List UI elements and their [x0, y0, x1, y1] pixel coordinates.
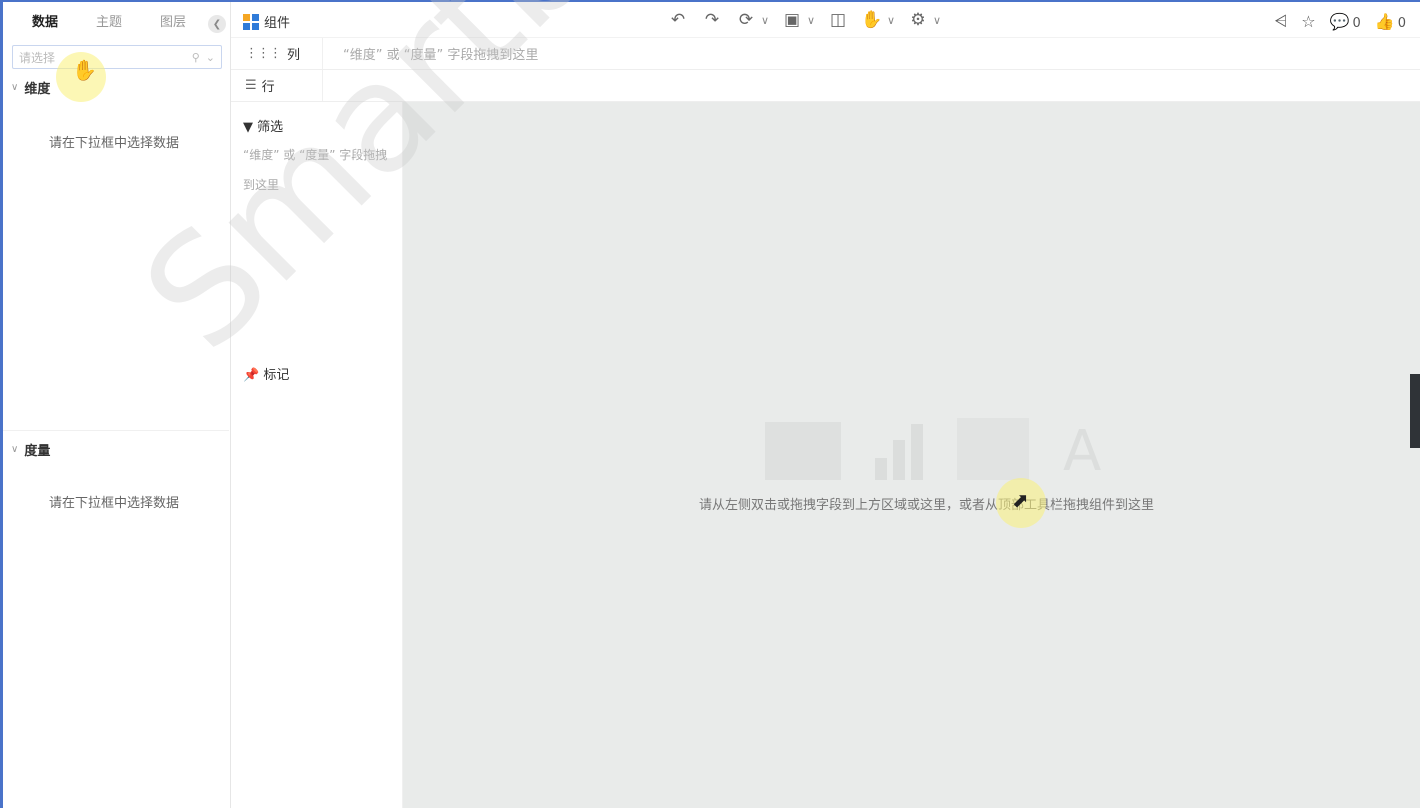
columns-drop-hint: “维度” 或 “度量” 字段拖拽到这里	[343, 48, 539, 63]
filter-header[interactable]: ▼ 筛选	[243, 116, 283, 135]
chevron-down-icon: ∨	[11, 444, 19, 455]
chevron-left-icon[interactable]: ❮	[208, 15, 226, 33]
dimension-section-header[interactable]: ∨ 维度	[11, 78, 50, 97]
panel-tabs: 数据 主题 图层 ❮	[3, 2, 230, 38]
undo-icon[interactable]: ↶	[663, 10, 693, 30]
filter-drop-hint[interactable]: “维度” 或 “度量” 字段拖拽到这里	[243, 140, 393, 200]
toolbar-actions: ↶ ↷ ⟳ ∨ ▣ ∨ ◫ ✋ ∨ ⚙ ∨	[663, 10, 945, 30]
redo-icon[interactable]: ↷	[697, 10, 727, 30]
hand-cursor-icon: ✋	[72, 58, 97, 82]
filter-label: 筛选	[257, 120, 284, 135]
component-label: 组件	[264, 16, 291, 31]
arrow-cursor-icon: ⬈	[1012, 488, 1029, 512]
marks-label: 标记	[263, 368, 290, 383]
comment-button[interactable]: 💬 0	[1330, 12, 1361, 31]
filter-marks-panel: ▼ 筛选 “维度” 或 “度量” 字段拖拽到这里 📌 标记	[231, 102, 403, 808]
columns-shelf-label: ⋮⋮⋮ 列	[231, 38, 323, 69]
chevron-down-icon[interactable]: ∨	[757, 14, 773, 27]
search-icon: ⚲	[191, 50, 200, 64]
chevron-down-icon[interactable]: ∨	[883, 14, 899, 27]
dimension-title: 维度	[24, 82, 51, 97]
component-button[interactable]: 组件	[243, 12, 290, 31]
measure-section-header[interactable]: ∨ 度量	[11, 440, 50, 459]
columns-label: 列	[287, 48, 301, 63]
right-side-tab[interactable]	[1410, 374, 1420, 448]
dataset-select-placeholder: 请选择	[19, 50, 56, 65]
comment-icon: 💬	[1329, 11, 1350, 31]
toolbar-social: ⩤ ☆ 💬 0 👍 0	[1274, 11, 1406, 31]
image-illustration-icon	[957, 418, 1029, 480]
preview-icon[interactable]: ◫	[823, 10, 853, 30]
chevron-down-icon: ⌄	[205, 50, 215, 64]
table-illustration-icon	[765, 422, 841, 480]
chevron-down-icon[interactable]: ∨	[803, 14, 819, 27]
rows-label: 行	[261, 80, 275, 95]
chevron-down-icon: ∨	[11, 82, 19, 93]
canvas-empty-tip: 请从左侧双击或拖拽字段到上方区域或这里，或者从顶部工具栏拖拽组件到这里	[699, 498, 1155, 513]
chevron-down-icon[interactable]: ∨	[929, 14, 945, 27]
filter-icon: ▼	[243, 120, 253, 135]
like-button[interactable]: 👍 0	[1375, 12, 1406, 31]
component-grid-icon	[243, 13, 259, 30]
star-icon[interactable]: ☆	[1301, 12, 1315, 31]
measure-empty-tip: 请在下拉框中选择数据	[49, 496, 180, 511]
empty-illustration: A	[765, 418, 1101, 480]
pin-icon: 📌	[243, 368, 260, 383]
share-icon[interactable]: ⩤	[1274, 11, 1287, 31]
columns-icon: ⋮⋮⋮	[245, 46, 282, 61]
tab-layer[interactable]: 图层	[141, 11, 205, 30]
thumbs-up-icon: 👍	[1374, 11, 1395, 31]
tab-data[interactable]: 数据	[13, 11, 77, 30]
measure-title: 度量	[24, 444, 51, 459]
rows-shelf[interactable]: ☰ 行	[231, 70, 1420, 102]
rows-shelf-label: ☰ 行	[231, 70, 323, 101]
marks-header[interactable]: 📌 标记	[243, 364, 289, 383]
columns-shelf[interactable]: ⋮⋮⋮ 列 “维度” 或 “度量” 字段拖拽到这里	[231, 38, 1420, 70]
tab-theme[interactable]: 主题	[77, 11, 141, 30]
rows-icon: ☰	[245, 78, 257, 93]
design-canvas[interactable]: A 请从左侧双击或拖拽字段到上方区域或这里，或者从顶部工具栏拖拽组件到这里	[403, 102, 1420, 808]
section-divider	[3, 430, 229, 431]
text-illustration-icon: A	[1063, 419, 1102, 484]
dimension-empty-tip: 请在下拉框中选择数据	[49, 136, 180, 151]
like-count: 0	[1397, 15, 1406, 31]
dataset-select[interactable]: 请选择 ⚲ ⌄	[12, 45, 222, 69]
comment-count: 0	[1352, 15, 1361, 31]
top-toolbar: 组件 ↶ ↷ ⟳ ∨ ▣ ∨ ◫ ✋ ∨ ⚙ ∨ ⩤ ☆ 💬 0 👍 0	[231, 2, 1420, 38]
data-panel: 数据 主题 图层 ❮ 请选择 ⚲ ⌄ ∨ 维度 请在下拉框中选择数据 ∨ 度量 …	[3, 2, 231, 808]
bar-chart-illustration-icon	[875, 424, 923, 480]
